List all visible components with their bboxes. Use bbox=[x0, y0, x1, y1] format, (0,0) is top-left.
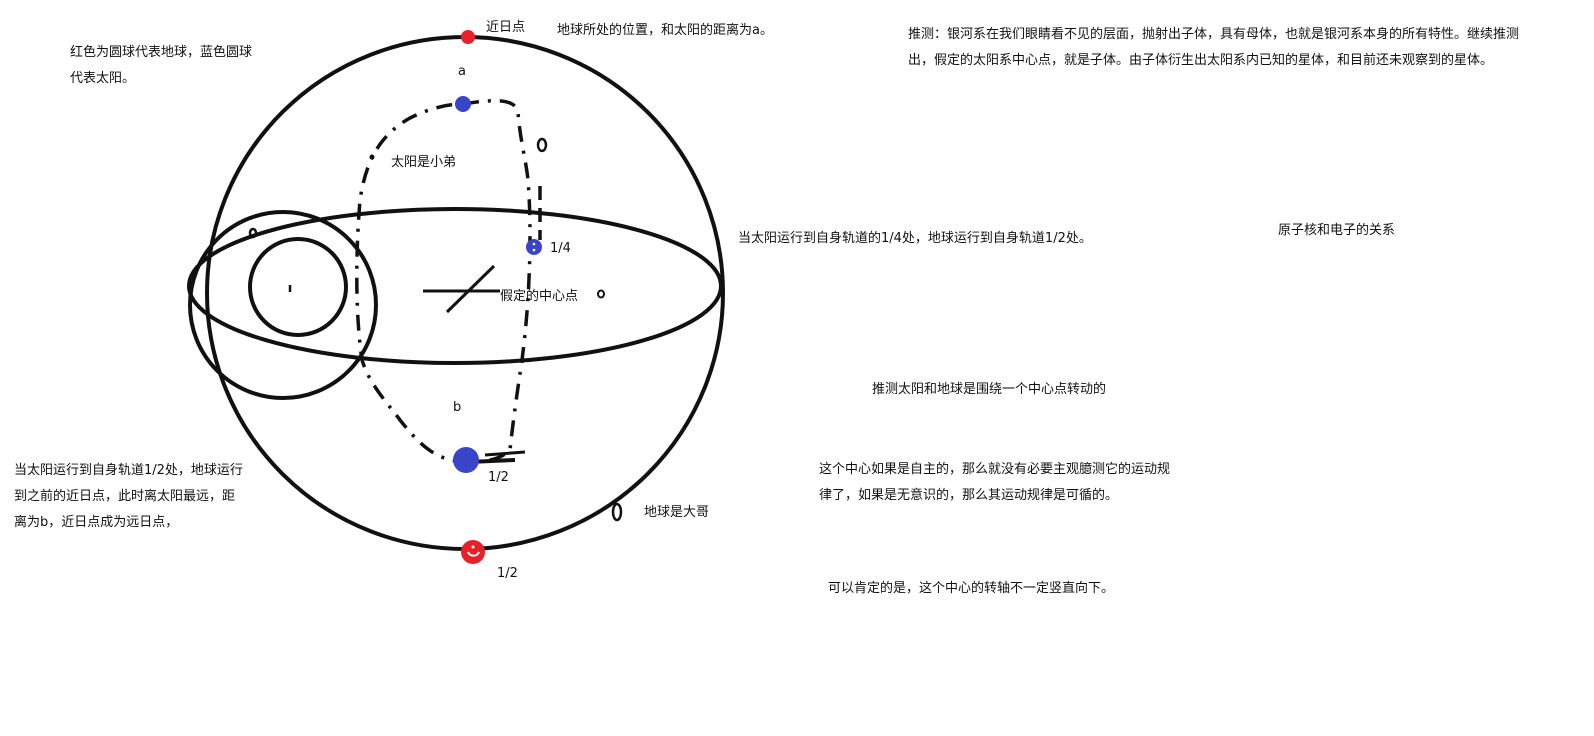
sun-quarter bbox=[526, 239, 542, 255]
b-label: b bbox=[453, 400, 462, 415]
sun-quarter-dot1 bbox=[532, 242, 536, 246]
earth-bottom-eye bbox=[471, 545, 475, 549]
orbit-diagram bbox=[187, 30, 725, 564]
earth-big-brother-label: 地球是大哥 bbox=[644, 505, 710, 520]
left-circle-mark bbox=[248, 227, 258, 239]
left-inner-circle bbox=[248, 237, 348, 337]
orbit-left-dot bbox=[369, 154, 375, 160]
atom-relation-note: 原子核和电子的关系 bbox=[1278, 223, 1396, 238]
quarter-label: 1/4 bbox=[550, 241, 571, 256]
equator-ellipse bbox=[187, 207, 723, 365]
sun-quarter-dot2 bbox=[532, 248, 536, 252]
hypothesis-note: 推测：银河系在我们眼睛看不见的层面，抛射出子体，具有母体，也就是银河系本身的所有… bbox=[908, 27, 1520, 68]
quarter-orbit-note: 当太阳运行到自身轨道的1/4处，地球运行到自身轨道1/2处。 bbox=[738, 231, 1092, 246]
half-orbit-note: 当太阳运行到自身轨道1/2处，地球运行到之前的近日点，此时离太阳最远，距离为b，… bbox=[14, 463, 243, 530]
orbit-dash-bottom2 bbox=[484, 450, 526, 457]
legend-note: 红色为圆球代表地球，蓝色圆球代表太阳。 bbox=[70, 45, 253, 86]
center-rotation-note: 推测太阳和地球是围绕一个中心点转动的 bbox=[872, 382, 1107, 397]
earth-perihelion bbox=[461, 30, 475, 44]
a-label: a bbox=[458, 64, 466, 79]
sun-half bbox=[453, 447, 479, 473]
earth-bottom bbox=[461, 540, 485, 564]
center-point-label: 假定的中心点 bbox=[500, 289, 579, 304]
autonomy-note: 这个中心如果是自主的，那么就没有必要主观臆测它的运动规律了，如果是无意识的，那么… bbox=[819, 462, 1171, 503]
perihelion-label: 近日点 bbox=[486, 20, 526, 35]
sun-little-brother-label: 太阳是小弟 bbox=[391, 155, 457, 170]
center-small-mark bbox=[597, 289, 605, 299]
earth-position-label: 地球所处的位置，和太阳的距离为a。 bbox=[557, 23, 773, 38]
sun-top bbox=[455, 96, 471, 112]
axis-note: 可以肯定的是，这个中心的转轴不一定竖直向下。 bbox=[828, 581, 1115, 596]
center-axis-diagonal bbox=[445, 264, 496, 314]
orbit-top-mark bbox=[536, 137, 548, 153]
earth-big-brother-mark bbox=[611, 502, 623, 522]
half-earth-label: 1/2 bbox=[497, 566, 518, 581]
half-sun-label: 1/2 bbox=[488, 470, 509, 485]
